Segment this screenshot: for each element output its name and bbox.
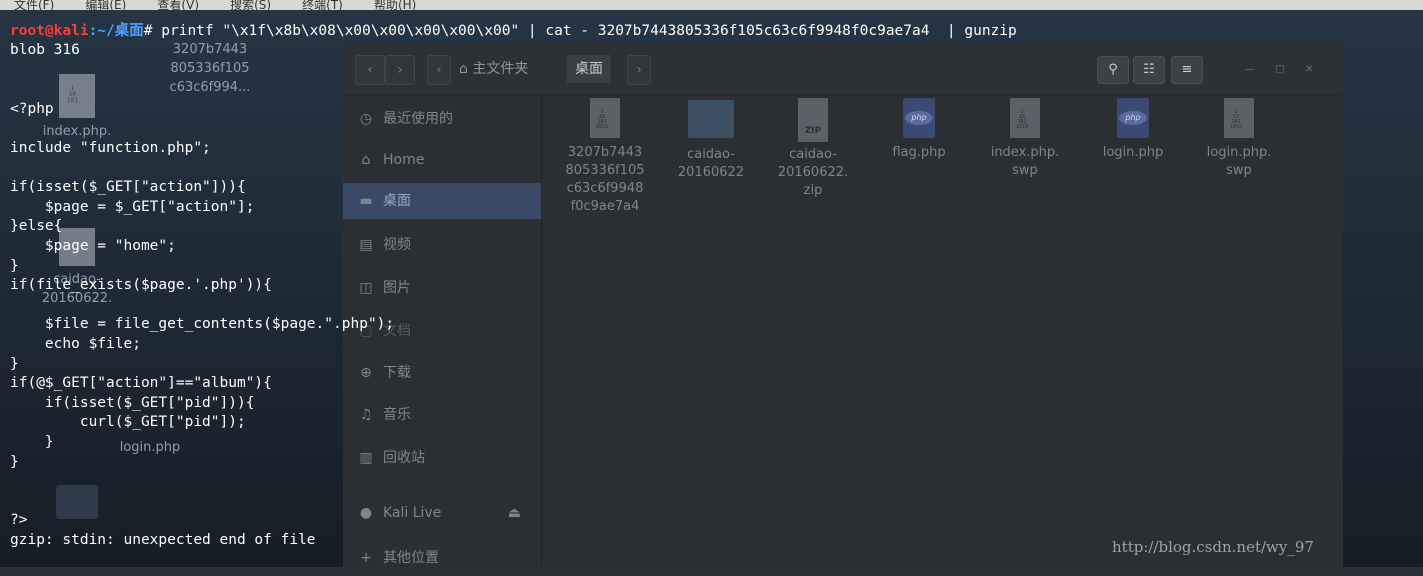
terminal-output-line: } (10, 453, 19, 470)
terminal-output: blob 316 <?php include "function.php"; if(i… (0, 22, 1423, 567)
terminal-output-line: echo $file; (10, 336, 141, 352)
terminal-output-line: gzip: stdin: unexpected end of file (10, 532, 316, 548)
menu-file[interactable]: 文件(F) (14, 0, 54, 10)
terminal-output-line: if(isset($_GET["pid"])){ (10, 394, 255, 411)
terminal-output-line: ?> (10, 512, 28, 529)
menu-help[interactable]: 帮助(H) (374, 0, 416, 10)
terminal-output-line: $page = $_GET["action"]; (10, 198, 255, 215)
terminal-output-line: $page = "home"; (10, 238, 176, 254)
terminal-output-line: } (10, 434, 54, 450)
terminal-output-line: if(file_exists($page.'.php')){ (10, 277, 272, 294)
terminal-output-line: if(isset($_GET["action"])){ (10, 179, 246, 196)
terminal-output-line: include "function.php"; (10, 140, 211, 156)
menu-edit[interactable]: 编辑(E) (85, 0, 126, 10)
menu-terminal[interactable]: 终端(T) (302, 0, 343, 10)
terminal-menubar: 文件(F) 编辑(E) 查看(V) 搜索(S) 终端(T) 帮助(H) (0, 0, 1423, 10)
terminal-output-line: }else{ (10, 218, 63, 235)
terminal-output-line: $file = file_get_contents($page.".php"); (10, 316, 395, 333)
terminal-output-line: blob 316 (10, 42, 80, 58)
terminal-output-line: curl($_GET["pid"]); (10, 414, 246, 431)
terminal-output-line: <?php (10, 100, 54, 117)
terminal-output-line: } (10, 355, 19, 372)
menu-search[interactable]: 搜索(S) (230, 0, 271, 10)
terminal-output-line: } (10, 257, 19, 274)
menu-view[interactable]: 查看(V) (157, 0, 199, 10)
terminal-output-line: if(@$_GET["action"]=="album"){ (10, 375, 272, 392)
watermark: http://blog.csdn.net/wy_97 (1112, 538, 1314, 556)
